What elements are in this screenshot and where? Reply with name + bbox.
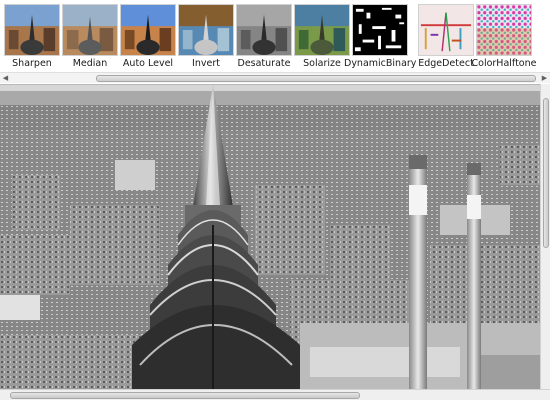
filter-strip-scrollbar[interactable]: ◀ ▶ <box>0 72 550 83</box>
vertical-scrollbar[interactable] <box>540 84 550 389</box>
filter-solarize[interactable]: Solarize <box>294 4 350 70</box>
horizontal-scrollbar[interactable] <box>0 389 550 400</box>
sharpen-thumbnail <box>4 4 60 56</box>
filter-invert[interactable]: Invert <box>178 4 234 70</box>
filter-strip: Sharpen Median Auto Level Invert Desatur… <box>0 0 550 83</box>
filter-dynamic-binary[interactable]: DynamicBinary <box>344 4 416 70</box>
vertical-scroll-thumb[interactable] <box>543 98 549 248</box>
median-thumbnail <box>62 4 118 56</box>
filter-edge-detect[interactable]: EdgeDetect <box>418 4 474 70</box>
edge-detect-thumbnail <box>418 4 474 56</box>
city-skyline-image <box>0 85 550 400</box>
filter-median[interactable]: Median <box>62 4 118 70</box>
color-halftone-thumbnail <box>476 4 532 56</box>
solarize-thumbnail <box>294 4 350 56</box>
invert-thumbnail <box>178 4 234 56</box>
filter-sharpen[interactable]: Sharpen <box>4 4 60 70</box>
image-canvas[interactable] <box>0 84 550 400</box>
filter-label: ColorHalftone <box>471 58 537 69</box>
auto-level-thumbnail <box>120 4 176 56</box>
filter-color-halftone[interactable]: ColorHalftone <box>472 4 537 70</box>
horizontal-scroll-thumb[interactable] <box>10 392 360 399</box>
filter-strip-scroll-thumb[interactable] <box>96 75 536 82</box>
scroll-right-arrow-icon[interactable]: ▶ <box>539 73 550 84</box>
desaturate-thumbnail <box>236 4 292 56</box>
filter-auto-level[interactable]: Auto Level <box>120 4 176 70</box>
filter-label: DynamicBinary <box>344 58 417 69</box>
dynamic-binary-thumbnail <box>352 4 408 56</box>
filter-desaturate[interactable]: Desaturate <box>236 4 292 70</box>
scroll-left-arrow-icon[interactable]: ◀ <box>0 73 11 84</box>
